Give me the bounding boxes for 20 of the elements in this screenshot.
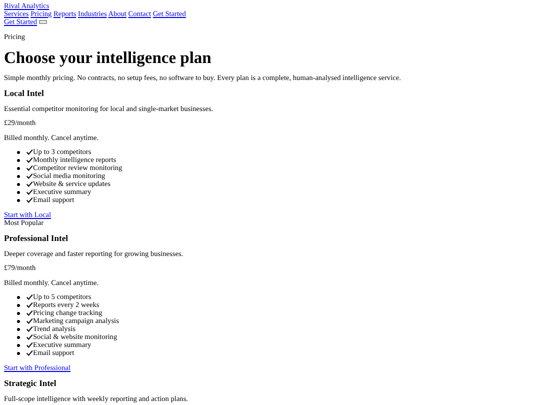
page-title: Choose your intelligence plan — [4, 48, 212, 66]
bullet-icon — [17, 352, 20, 354]
bullet-icon — [17, 296, 20, 298]
bullet-icon — [17, 328, 20, 330]
bullet-icon — [17, 320, 20, 322]
bullet-icon — [17, 312, 20, 314]
bullet-icon — [17, 182, 20, 186]
bullet-icon — [17, 344, 20, 346]
bullet-icon — [17, 174, 20, 178]
plan-name: Local Intel — [4, 88, 45, 98]
bullet-icon — [17, 336, 20, 338]
bullet-icon — [17, 150, 20, 154]
bullet-icon — [17, 304, 20, 306]
menu-toggle-button[interactable] — [39, 20, 48, 24]
plan-name: Professional Intel — [4, 233, 70, 243]
bullet-icon — [17, 166, 20, 170]
bullet-icon — [17, 190, 20, 194]
plan-name: Strategic Intel — [4, 378, 58, 388]
bullet-icon — [17, 198, 20, 202]
bullet-icon — [17, 158, 20, 162]
